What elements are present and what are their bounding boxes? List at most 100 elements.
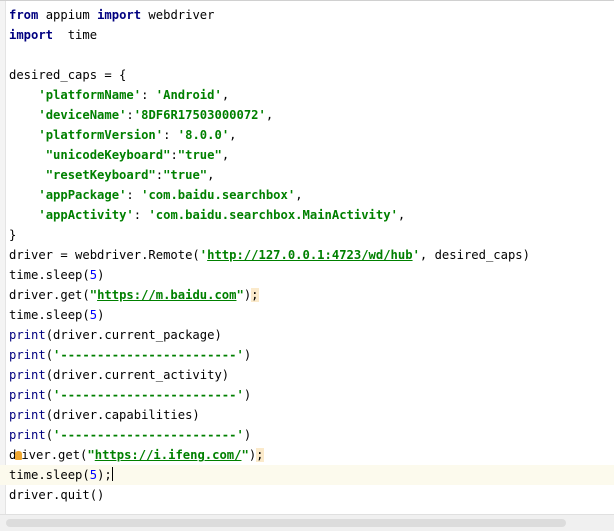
keyword: import [9,28,54,42]
code-text: (driver.current_package) [45,328,222,342]
code-text: , desired_caps) [419,248,530,262]
dict-key: 'platformName' [38,88,142,102]
code-text: (driver.current_activity) [45,368,230,382]
code-text: ) [243,348,252,362]
horizontal-scrollbar[interactable] [0,514,614,531]
scrollbar-thumb[interactable] [6,519,566,527]
code-text: webdriver [141,8,215,22]
string-literal: '------------------------' [53,428,244,442]
separator: : [126,108,134,122]
code-line-24-current[interactable]: time.sleep(5); [0,465,614,485]
code-line-10[interactable]: 'appPackage': 'com.baidu.searchbox', [9,185,614,205]
code-line-18[interactable]: print('------------------------') [9,345,614,365]
code-text: ( [45,388,54,402]
quote: " [241,448,249,462]
code-line-9[interactable]: "resetKeyboard":"true", [9,165,614,185]
code-line-8[interactable]: "unicodeKeyboard":"true", [9,145,614,165]
dict-value: '8.0.0' [177,128,230,142]
dict-value: '8DF6R17503000072' [133,108,266,122]
code-text: driver = webdriver.Remote( [9,248,200,262]
editor-gutter [0,1,6,516]
separator: : [126,188,142,202]
comma: , [397,208,406,222]
code-line-12[interactable]: } [9,225,614,245]
code-line-20[interactable]: print('------------------------') [9,385,614,405]
code-text: desired_caps = { [9,68,127,82]
string-literal: '------------------------' [53,388,244,402]
code-text: ) [97,268,105,282]
dict-value: "true" [177,148,222,162]
code-text: appium [38,8,98,22]
code-line-4[interactable]: desired_caps = { [9,65,614,85]
url-link[interactable]: http://127.0.0.1:4723/wd/hub [207,248,412,262]
keyword: import [97,8,142,22]
code-text: ( [45,348,54,362]
code-text: ); [97,468,112,482]
string-literal: '------------------------' [53,348,244,362]
url-link[interactable]: https://m.baidu.com [97,288,236,302]
dict-key: 'platformVersion' [38,128,164,142]
builtin-print: print [9,368,46,382]
code-line-11[interactable]: 'appActivity': 'com.baidu.searchbox.Main… [9,205,614,225]
quote: " [89,288,98,302]
code-text: ) [97,308,105,322]
dict-value: 'Android' [155,88,222,102]
code-line-17[interactable]: print(driver.current_package) [9,325,614,345]
code-area[interactable]: from appium import webdriver import time… [0,5,614,505]
separator: : [163,128,178,142]
code-line-14[interactable]: time.sleep(5) [9,265,614,285]
code-text: time.sleep( [9,308,90,322]
text-caret [111,467,113,481]
code-text: } [9,228,17,242]
dict-value: "true" [163,168,208,182]
dict-key: 'appActivity' [38,208,134,222]
separator: : [170,148,178,162]
code-line-7[interactable]: 'platformVersion': '8.0.0', [9,125,614,145]
code-line-5[interactable]: 'platformName': 'Android', [9,85,614,105]
comma: , [221,88,230,102]
code-text: (driver.capabilities) [45,408,200,422]
semicolon-warning: ; [251,288,259,302]
code-line-21[interactable]: print(driver.capabilities) [9,405,614,425]
comma: , [207,168,215,182]
code-text: time.sleep( [9,268,90,282]
url-link[interactable]: https://i.ifeng.com/ [95,448,242,462]
quote: " [236,288,244,302]
code-editor[interactable]: from appium import webdriver import time… [0,0,614,531]
code-text: driver.get( [9,288,90,302]
number: 5 [89,268,98,282]
builtin-print: print [9,388,46,402]
code-line-1[interactable]: from appium import webdriver [9,5,614,25]
quote: ' [412,248,420,262]
dict-value: 'com.baidu.searchbox.MainActivity' [148,208,398,222]
code-line-3[interactable] [9,45,614,65]
code-line-16[interactable]: time.sleep(5) [9,305,614,325]
number: 5 [89,468,98,482]
code-line-15[interactable]: driver.get("https://m.baidu.com"); [9,285,614,305]
keyword: from [9,8,39,22]
comma: , [295,188,303,202]
separator: : [133,208,149,222]
dict-key: "resetKeyboard" [45,168,156,182]
code-line-22[interactable]: print('------------------------') [9,425,614,445]
code-line-6[interactable]: 'deviceName':'8DF6R17503000072', [9,105,614,125]
builtin-print: print [9,328,46,342]
code-text: ) [243,388,252,402]
code-line-2[interactable]: import time [9,25,614,45]
code-line-13[interactable]: driver = webdriver.Remote( 'http://127.0.… [9,245,614,265]
separator: : [141,88,156,102]
dict-key: 'deviceName' [38,108,127,122]
code-line-25[interactable]: driver.quit() [9,485,614,505]
builtin-print: print [9,408,46,422]
code-line-19[interactable]: print(driver.current_activity) [9,365,614,385]
dict-key: "unicodeKeyboard" [45,148,171,162]
builtin-print: print [9,348,46,362]
code-line-23[interactable]: d iver.get("https://i.ifeng.com/"); [9,445,614,465]
semicolon-warning: ; [256,448,264,462]
number: 5 [89,308,98,322]
comma: , [265,108,274,122]
